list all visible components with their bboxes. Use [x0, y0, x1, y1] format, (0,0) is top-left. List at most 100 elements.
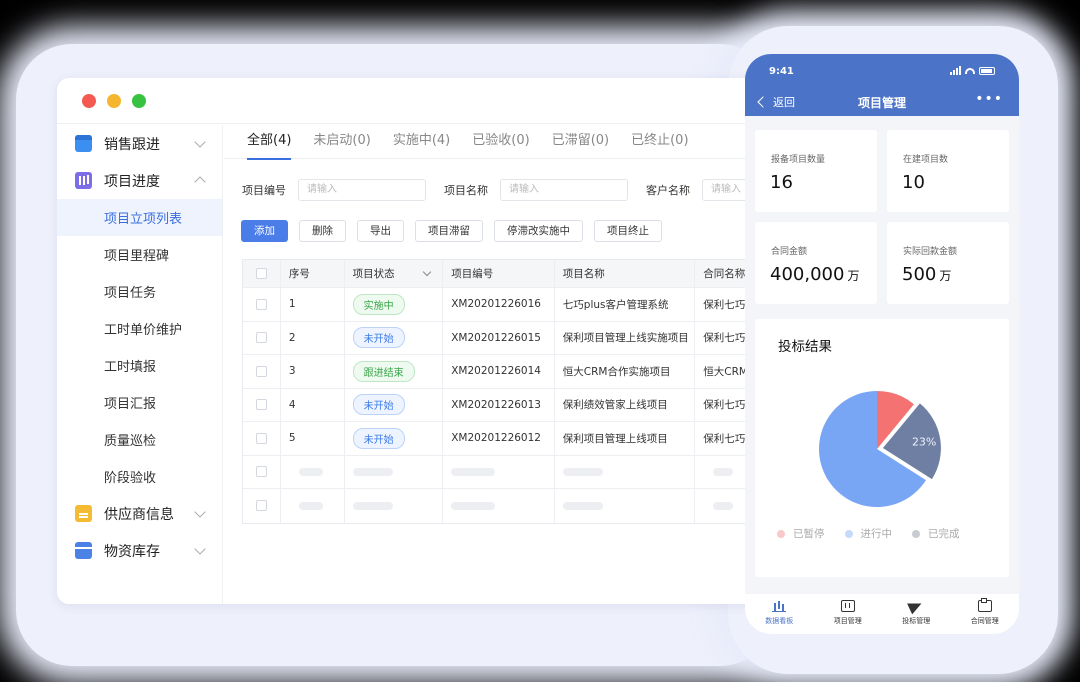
- row-index: 1: [281, 288, 345, 321]
- stat-label: 在建项目数: [903, 155, 949, 165]
- skeleton-bar: [451, 467, 496, 476]
- status-badge: 未开始: [352, 327, 405, 349]
- sidebar-item[interactable]: 工时单价维护: [57, 310, 222, 347]
- tabbar-item[interactable]: 合同管理: [951, 594, 1020, 634]
- row-name[interactable]: 保利项目管理上线实施项目: [555, 321, 696, 354]
- row-index: 5: [281, 422, 345, 455]
- stat-value: 16: [770, 172, 793, 193]
- stat-value: 10: [902, 172, 925, 193]
- maximize-window-button[interactable]: [132, 94, 146, 108]
- action-button[interactable]: 项目滞留: [415, 220, 483, 242]
- status-tab[interactable]: 已验收(0): [472, 125, 529, 159]
- phone-tabbar: 数据看板 项目管理 投标管理 合同管理: [745, 594, 1019, 634]
- row-checkbox[interactable]: [255, 432, 267, 444]
- stat-label: 合同金额: [771, 247, 808, 257]
- row-status-cell: 未开始: [345, 321, 444, 354]
- sidebar-group[interactable]: 项目进度: [57, 162, 222, 199]
- action-button[interactable]: 添加: [241, 220, 288, 242]
- table-row[interactable]: 5 未开始 XM20201226012 保利项目管理上线项目 保利七巧: [243, 422, 757, 456]
- sidebar-item[interactable]: 项目汇报: [57, 384, 222, 421]
- tabbar-label: 数据看板: [765, 617, 794, 625]
- status-tab[interactable]: 已终止(0): [631, 125, 688, 159]
- filter-label: 项目名称: [444, 184, 488, 197]
- action-button[interactable]: 项目终止: [594, 220, 662, 242]
- signal-icon: [950, 66, 961, 75]
- tabbar-item[interactable]: 项目管理: [814, 594, 883, 634]
- sidebar-item[interactable]: 项目立项列表: [57, 199, 222, 236]
- table-row[interactable]: 3 跟进结束 XM20201226014 恒大CRM合作实施项目 恒大CRM: [243, 355, 757, 389]
- status-badge: 实施中: [352, 293, 405, 315]
- row-select-cell: [243, 288, 281, 321]
- status-tab[interactable]: 已滞留(0): [552, 125, 609, 159]
- sidebar-item[interactable]: 项目任务: [57, 273, 222, 310]
- action-button[interactable]: 停滞改实施中: [494, 220, 583, 242]
- sidebar-group[interactable]: 供应商信息: [57, 495, 222, 532]
- stat-number: 500: [902, 264, 937, 285]
- sidebar-group-label: 供应商信息: [104, 506, 174, 523]
- select-all-checkbox[interactable]: [255, 268, 267, 279]
- row-checkbox[interactable]: [255, 332, 267, 344]
- row-index: 3: [281, 355, 345, 388]
- phone-header: 9:41 返回 项目管理 •••: [745, 54, 1019, 116]
- row-name[interactable]: 保利绩效管家上线项目: [555, 388, 696, 421]
- action-button[interactable]: 导出: [357, 220, 404, 242]
- close-window-button[interactable]: [82, 94, 96, 108]
- row-checkbox[interactable]: [255, 365, 267, 377]
- table-header-cell: 项目编号: [443, 260, 555, 287]
- sidebar-item[interactable]: 质量巡检: [57, 421, 222, 458]
- stat-card: 在建项目数 10: [887, 130, 1009, 212]
- row-name[interactable]: 恒大CRM合作实施项目: [555, 355, 696, 388]
- tabbar-item[interactable]: 数据看板: [745, 594, 814, 634]
- table-header-cell[interactable]: 项目状态: [345, 260, 444, 287]
- skeleton-bar: [298, 501, 323, 510]
- sidebar-item[interactable]: 阶段验收: [57, 458, 222, 495]
- sidebar-item[interactable]: 项目里程碑: [57, 236, 222, 273]
- status-tab[interactable]: 全部(4): [247, 125, 292, 160]
- status-tab[interactable]: 实施中(4): [393, 125, 450, 159]
- filter-bar: 项目编号 请输入 项目名称 请输入 客户名称 请输入: [242, 179, 757, 201]
- minimize-window-button[interactable]: [107, 94, 121, 108]
- row-index: 2: [281, 321, 345, 354]
- row-checkbox[interactable]: [255, 466, 267, 478]
- filter-input[interactable]: 请输入: [298, 179, 426, 201]
- chevron-down-icon[interactable]: [422, 267, 432, 277]
- sidebar-group[interactable]: 销售跟进: [57, 125, 222, 162]
- row-status-cell: 未开始: [345, 422, 444, 455]
- row-checkbox[interactable]: [255, 399, 267, 411]
- row-checkbox[interactable]: [255, 500, 267, 512]
- stat-label: 报备项目数量: [771, 155, 826, 165]
- header-select-cell: [243, 260, 281, 287]
- sidebar-group[interactable]: 物资库存: [57, 532, 222, 569]
- table-header-cell: 序号: [281, 260, 345, 287]
- status-tab[interactable]: 未启动(0): [313, 125, 370, 159]
- action-button[interactable]: 删除: [299, 220, 346, 242]
- filter-input[interactable]: 请输入: [500, 179, 628, 201]
- legend-swatch: [844, 529, 853, 538]
- more-button[interactable]: •••: [975, 91, 1003, 107]
- row-code: XM20201226015: [443, 321, 555, 354]
- battery-icon: [979, 66, 995, 75]
- main-content: 全部(4) 未启动(0) 实施中(4) 已验收(0) 已滞留(0) 已终止(0) 项目编号…: [224, 125, 757, 604]
- document-icon: [75, 505, 92, 522]
- sidebar-item[interactable]: 工时填报: [57, 347, 222, 384]
- table-row[interactable]: 4 未开始 XM20201226013 保利绩效管家上线项目 保利七巧: [243, 388, 757, 422]
- row-name[interactable]: 保利项目管理上线项目: [555, 422, 696, 455]
- stat-label: 实际回款金额: [903, 247, 958, 257]
- skeleton-cell: [345, 455, 444, 488]
- row-checkbox[interactable]: [255, 298, 267, 310]
- table-row[interactable]: 1 实施中 XM20201226016 七巧plus客户管理系统 保利七巧: [243, 288, 757, 322]
- skeleton-bar: [352, 501, 393, 510]
- stat-card: 合同金额 400,000 万: [755, 222, 877, 304]
- status-badge: 跟进结束: [352, 360, 415, 382]
- paper-plane-icon: [907, 597, 926, 615]
- stat-card: 实际回款金额 500 万: [887, 222, 1009, 304]
- skeleton-row: [243, 455, 757, 489]
- sidebar-group-label: 项目进度: [104, 173, 160, 190]
- chevron-down-icon: [194, 136, 206, 148]
- tabbar-item[interactable]: 投标管理: [882, 594, 951, 634]
- tabbar-label: 投标管理: [902, 617, 931, 625]
- project-icon: [840, 600, 855, 612]
- row-name[interactable]: 七巧plus客户管理系统: [555, 288, 696, 321]
- chevron-up-icon: [194, 176, 206, 188]
- table-row[interactable]: 2 未开始 XM20201226015 保利项目管理上线实施项目 保利七巧: [243, 321, 757, 355]
